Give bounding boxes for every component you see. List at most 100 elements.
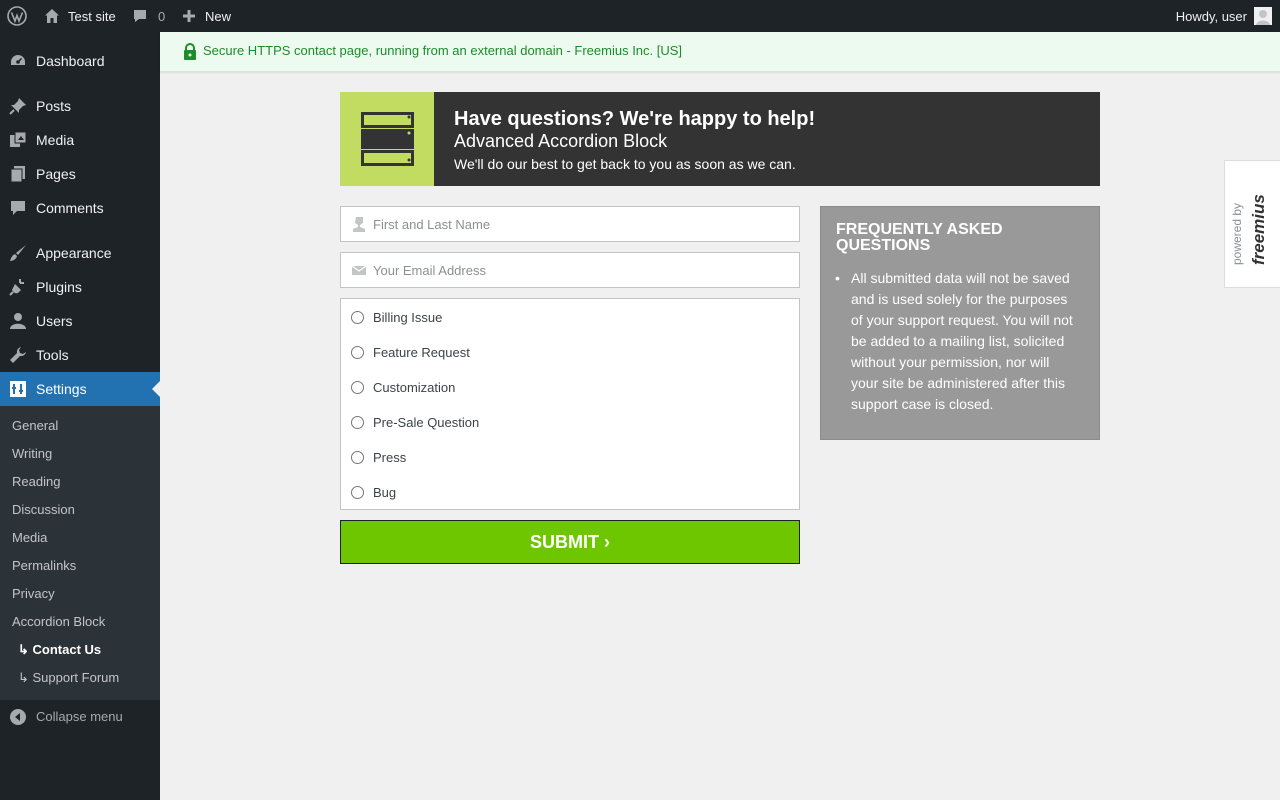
sidebar-item-users[interactable]: Users bbox=[0, 304, 160, 338]
submenu-item-general[interactable]: General bbox=[12, 416, 58, 436]
comments-link[interactable]: 0 bbox=[132, 0, 165, 32]
new-content-link[interactable]: New bbox=[181, 0, 231, 32]
submenu-item-accordion-block[interactable]: Accordion Block bbox=[12, 612, 105, 632]
avatar bbox=[1254, 7, 1272, 25]
comments-count: 0 bbox=[158, 8, 166, 24]
media-icon bbox=[9, 131, 27, 149]
sidebar-item-appearance[interactable]: Appearance bbox=[0, 236, 160, 270]
sidebar-item-label: Users bbox=[36, 313, 73, 329]
sidebar-item-label: Appearance bbox=[36, 245, 112, 261]
freemius-logo: freemius bbox=[1249, 194, 1268, 265]
powered-by-badge[interactable]: powered by freemius bbox=[1224, 160, 1280, 288]
email-input[interactable] bbox=[373, 253, 793, 287]
plugin-icon bbox=[9, 278, 27, 296]
submenu-item-support-forum[interactable]: ↳ Support Forum bbox=[18, 668, 119, 688]
submenu-item-discussion[interactable]: Discussion bbox=[12, 500, 75, 520]
sidebar-item-label: Posts bbox=[36, 98, 72, 114]
plus-icon bbox=[181, 8, 197, 24]
greeting-label: Howdy, user bbox=[1175, 8, 1247, 24]
radio-option-feature-request[interactable]: Feature Request bbox=[351, 342, 470, 362]
collapse-arrow-icon bbox=[10, 709, 26, 728]
sidebar-item-label: Media bbox=[36, 132, 75, 148]
radio-option-press[interactable]: Press bbox=[351, 447, 406, 467]
faq-panel: FREQUENTLY ASKED QUESTIONS • All submitt… bbox=[820, 206, 1100, 440]
sidebar-item-dashboard[interactable]: Dashboard bbox=[0, 44, 160, 78]
radio-label: Bug bbox=[373, 484, 397, 500]
radio-label: Press bbox=[373, 449, 407, 465]
sidebar-item-posts[interactable]: Posts bbox=[0, 89, 160, 123]
new-label: New bbox=[205, 8, 232, 24]
radio-button[interactable] bbox=[351, 345, 364, 359]
contact-header: Have questions? We're happy to help! Adv… bbox=[340, 92, 1100, 186]
sidebar-item-plugins[interactable]: Plugins bbox=[0, 270, 160, 304]
header-title: Have questions? We're happy to help! bbox=[454, 108, 816, 130]
plugin-icon-box bbox=[340, 92, 434, 186]
radio-label: Feature Request bbox=[373, 344, 470, 360]
accordion-icon bbox=[361, 112, 414, 171]
wrench-icon bbox=[9, 346, 27, 364]
sidebar-item-label: Comments bbox=[36, 200, 104, 216]
radio-option-bug[interactable]: Bug bbox=[351, 482, 396, 502]
sidebar-item-media[interactable]: Media bbox=[0, 123, 160, 157]
brush-icon bbox=[9, 244, 27, 262]
admin-bar: Test site 0 New Howdy, user bbox=[0, 0, 1280, 32]
submenu-item-writing[interactable]: Writing bbox=[12, 444, 52, 464]
account-menu[interactable]: Howdy, user bbox=[1176, 0, 1272, 32]
comment-bubble-icon bbox=[132, 8, 148, 24]
radio-label: Pre-Sale Question bbox=[373, 414, 480, 430]
submit-button[interactable]: SUBMIT › bbox=[340, 520, 800, 564]
person-icon bbox=[351, 216, 367, 232]
comment-icon bbox=[9, 199, 27, 217]
header-description: We'll do our best to get back to you as … bbox=[454, 156, 796, 172]
name-field-wrapper bbox=[340, 206, 800, 242]
radio-option-customization[interactable]: Customization bbox=[351, 377, 455, 397]
radio-option-billing-issue[interactable]: Billing Issue bbox=[351, 307, 442, 327]
radio-button[interactable] bbox=[351, 380, 364, 394]
pages-icon bbox=[9, 165, 27, 183]
lock-icon bbox=[183, 43, 197, 65]
settings-icon bbox=[9, 380, 27, 398]
sidebar-item-label: Plugins bbox=[36, 279, 82, 295]
email-field-wrapper bbox=[340, 252, 800, 288]
radio-label: Billing Issue bbox=[373, 309, 443, 325]
secure-notice: Secure HTTPS contact page, running from … bbox=[160, 32, 1280, 72]
sidebar-item-label: Settings bbox=[36, 381, 87, 397]
powered-by-label: powered by bbox=[1230, 202, 1244, 265]
name-input[interactable] bbox=[373, 207, 793, 241]
radio-label: Customization bbox=[373, 379, 456, 395]
envelope-icon bbox=[351, 262, 367, 278]
submenu-item-media[interactable]: Media bbox=[12, 528, 47, 548]
dashboard-icon bbox=[9, 52, 27, 70]
collapse-menu-button[interactable]: Collapse menu bbox=[0, 702, 160, 732]
user-icon bbox=[9, 312, 27, 330]
submenu-item-privacy[interactable]: Privacy bbox=[12, 584, 55, 604]
radio-button[interactable] bbox=[351, 485, 364, 499]
sidebar-item-label: Dashboard bbox=[36, 53, 105, 69]
bullet-icon: • bbox=[835, 270, 840, 286]
home-icon bbox=[44, 8, 60, 24]
sidebar-item-label: Pages bbox=[36, 166, 76, 182]
sidebar-item-label: Tools bbox=[36, 347, 69, 363]
faq-item: All submitted data will not be saved and… bbox=[851, 270, 1073, 412]
sidebar-item-tools[interactable]: Tools bbox=[0, 338, 160, 372]
submenu-item-reading[interactable]: Reading bbox=[12, 472, 60, 492]
radio-button[interactable] bbox=[351, 450, 364, 464]
header-subtitle: Advanced Accordion Block bbox=[454, 131, 668, 151]
radio-option-pre-sale-question[interactable]: Pre-Sale Question bbox=[351, 412, 479, 432]
faq-title: FREQUENTLY ASKED QUESTIONS bbox=[836, 221, 1003, 254]
admin-sidebar: Dashboard Posts Media Pages Comments App… bbox=[0, 32, 160, 800]
site-name-link[interactable]: Test site bbox=[44, 0, 116, 32]
site-name-label: Test site bbox=[68, 8, 116, 24]
submenu-item-contact-us[interactable]: ↳ Contact Us bbox=[18, 640, 101, 660]
pin-icon bbox=[9, 97, 27, 115]
collapse-menu-label: Collapse menu bbox=[36, 709, 123, 724]
sidebar-item-comments[interactable]: Comments bbox=[0, 191, 160, 225]
wordpress-logo-icon[interactable] bbox=[7, 0, 27, 32]
radio-button[interactable] bbox=[351, 310, 364, 324]
secure-notice-text: Secure HTTPS contact page, running from … bbox=[203, 43, 683, 58]
sidebar-item-pages[interactable]: Pages bbox=[0, 157, 160, 191]
sidebar-item-settings[interactable]: Settings bbox=[0, 372, 160, 406]
settings-submenu: General Writing Reading Discussion Media… bbox=[0, 406, 160, 700]
radio-button[interactable] bbox=[351, 415, 364, 429]
submenu-item-permalinks[interactable]: Permalinks bbox=[12, 556, 76, 576]
